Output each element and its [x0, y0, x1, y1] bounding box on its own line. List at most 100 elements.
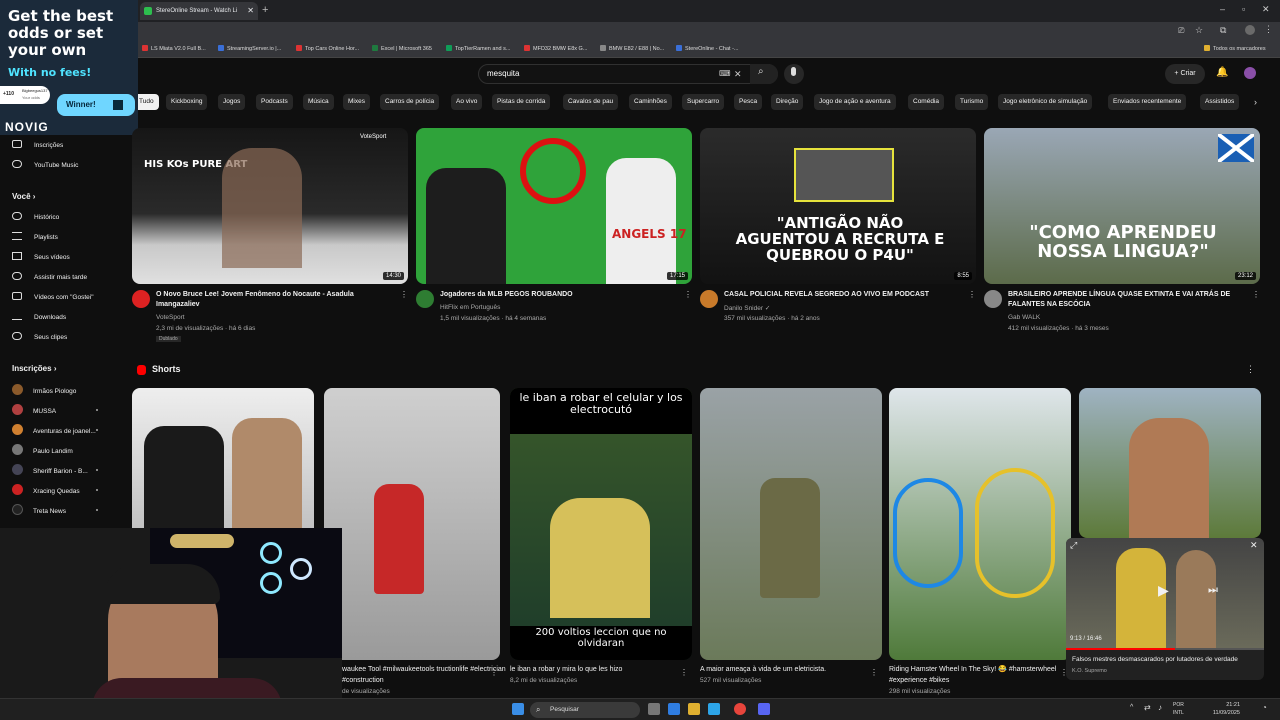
play-icon[interactable]: ▶ — [1158, 582, 1169, 599]
video-title[interactable]: CASAL POLICIAL REVELA SEGREDO AO VIVO EM… — [724, 290, 964, 300]
next-icon[interactable]: ⏭ — [1208, 584, 1218, 597]
bookmark-item[interactable]: LS Miata V2.0 Full B... — [142, 45, 206, 52]
chip[interactable]: Kickboxing — [166, 94, 208, 110]
taskbar-search[interactable]: ⌕ Pesquisar — [530, 702, 640, 718]
subscription-item[interactable]: MUSSA — [12, 404, 56, 415]
chip[interactable]: Enviados recentemente — [1108, 94, 1187, 110]
video-title[interactable]: O Novo Bruce Lee! Jovem Fenômeno do Noca… — [156, 290, 396, 310]
edge-icon[interactable] — [708, 703, 720, 715]
chip[interactable]: Comédia — [908, 94, 945, 110]
menu-icon[interactable]: ⋮ — [1264, 24, 1273, 35]
bookmark-item[interactable]: Top Cars Online Hor... — [296, 45, 359, 52]
notifications-icon[interactable]: ◔ — [1262, 703, 1267, 712]
close-window-icon[interactable]: ✕ — [1262, 4, 1270, 15]
browser-tab[interactable]: StereOnline Stream - Watch Li ✕ — [140, 2, 258, 20]
subscription-item[interactable]: Irmãos Piologo — [12, 384, 76, 395]
more-options-icon[interactable]: ⋮ — [400, 290, 408, 299]
subscription-item[interactable]: Paulo Landim — [12, 444, 73, 455]
short-card[interactable] — [700, 388, 882, 660]
chrome-icon[interactable] — [734, 703, 746, 715]
sidebar-item-your-videos[interactable]: Seus vídeos — [12, 252, 70, 261]
search-button[interactable]: ⌕ — [750, 64, 778, 84]
profile-icon[interactable] — [1245, 25, 1255, 35]
sidebar-item-downloads[interactable]: Downloads — [12, 312, 66, 321]
channel-avatar[interactable] — [416, 290, 434, 308]
sidebar-item-subscriptions[interactable]: Inscrições — [12, 140, 63, 149]
short-title[interactable]: Riding Hamster Wheel In The Sky! 😂 #hams… — [889, 664, 1064, 686]
progress-bar[interactable] — [1066, 648, 1264, 650]
sidebar-item-history[interactable]: Histórico — [12, 212, 59, 221]
bookmark-item[interactable]: BMW E82 / E88 | No... — [600, 45, 664, 52]
discord-icon[interactable] — [758, 703, 770, 715]
channel-name[interactable]: HitFlix em Português — [440, 304, 500, 311]
chip[interactable]: Caminhões — [629, 94, 672, 110]
close-icon[interactable]: ✕ — [1250, 540, 1258, 551]
voice-search-button[interactable] — [784, 64, 804, 84]
cast-icon[interactable]: ⎚ — [1178, 26, 1184, 36]
chip[interactable]: Ao vivo — [451, 94, 483, 110]
chip[interactable]: Jogo eletrônico de simulação — [998, 94, 1093, 110]
chevron-right-icon[interactable]: › — [1254, 97, 1257, 107]
chip[interactable]: Música — [303, 94, 334, 110]
chip[interactable]: Mixes — [343, 94, 370, 110]
channel-avatar[interactable] — [700, 290, 718, 308]
new-tab-icon[interactable]: + — [262, 4, 268, 16]
bookmark-item[interactable]: StreamingServer.io |... — [218, 45, 281, 52]
chip[interactable]: Carros de polícia — [380, 94, 440, 110]
you-heading[interactable]: Você › — [12, 192, 35, 201]
chip[interactable]: Jogo de ação e aventura — [814, 94, 896, 110]
more-options-icon[interactable]: ⋮ — [1252, 290, 1260, 299]
video-thumbnail[interactable]: ANGELS 17 17:15 — [416, 128, 692, 284]
all-bookmarks[interactable]: Todos os marcadores — [1204, 45, 1266, 52]
close-tab-icon[interactable]: ✕ — [247, 2, 254, 20]
language-indicator[interactable]: POR INTL — [1173, 701, 1184, 717]
sidebar-item-clips[interactable]: Seus clipes — [12, 332, 67, 341]
chip[interactable]: Turismo — [955, 94, 989, 110]
mini-player-channel[interactable]: K.O. Supremo — [1072, 668, 1107, 674]
copilot-icon[interactable] — [668, 703, 680, 715]
sidebar-item-liked[interactable]: Vídeos com "Gostei" — [12, 292, 94, 301]
search-input[interactable]: mesquita ⌨ ✕ — [478, 64, 778, 84]
star-icon[interactable]: ☆ — [1195, 25, 1203, 36]
more-options-icon[interactable]: ⋮ — [684, 290, 692, 299]
create-button[interactable]: + Criar — [1165, 64, 1205, 84]
start-icon[interactable] — [512, 703, 524, 715]
sidebar-item-watch-later[interactable]: Assistir mais tarde — [12, 272, 87, 281]
subscription-item[interactable]: Sheriff Barion - B... — [12, 464, 88, 475]
bookmark-item[interactable]: MFD32 BMW E8x G... — [524, 45, 587, 52]
chip[interactable]: Cavalos de pau — [563, 94, 619, 110]
extensions-icon[interactable]: ⧉ — [1220, 25, 1226, 36]
chip[interactable]: Pesca — [734, 94, 763, 110]
short-title[interactable]: le iban a robar y mira lo que les hizo — [510, 664, 685, 675]
bookmark-item[interactable]: Excel | Microsoft 365 — [372, 45, 432, 52]
more-options-icon[interactable]: ⋮ — [490, 668, 498, 677]
chip[interactable]: Jogos — [218, 94, 246, 110]
bookmark-item[interactable]: StereOnline - Chat -... — [676, 45, 739, 52]
clock[interactable]: 21:21 11/09/2025 — [1213, 701, 1240, 717]
channel-name[interactable]: Danilo Snider ✓ — [724, 304, 770, 312]
short-card[interactable] — [324, 388, 500, 660]
chip[interactable]: Podcasts — [256, 94, 293, 110]
short-card[interactable] — [1079, 388, 1261, 538]
short-card[interactable]: le iban a robar el celular y los electro… — [510, 388, 692, 660]
expand-icon[interactable]: ⤢ — [1070, 540, 1077, 551]
channel-name[interactable]: Gab WALK — [1008, 314, 1040, 321]
minimize-icon[interactable]: – — [1220, 4, 1225, 14]
mini-player[interactable]: ⤢ ✕ ▶ ⏭ 9:13 / 16:46 Falsos mestres desm… — [1066, 538, 1264, 680]
chip[interactable]: Supercarro — [682, 94, 725, 110]
more-options-icon[interactable]: ⋮ — [680, 668, 688, 677]
sidebar-item-playlists[interactable]: Playlists — [12, 232, 58, 241]
maximize-icon[interactable]: ▫ — [1242, 4, 1245, 14]
avatar[interactable] — [1244, 67, 1256, 79]
shorts-more-icon[interactable]: ⋮ — [1246, 364, 1255, 375]
channel-avatar[interactable] — [132, 290, 150, 308]
chip[interactable]: Assistidos — [1200, 94, 1240, 110]
chip[interactable]: Direção — [771, 94, 804, 110]
channel-avatar[interactable] — [984, 290, 1002, 308]
subscription-item[interactable]: Xracing Quedas — [12, 484, 80, 495]
video-thumbnail[interactable]: HIS KOs PURE ART VoteSport 14:30 — [132, 128, 408, 284]
bookmark-item[interactable]: TopTierRamen and s... — [446, 45, 510, 52]
task-view-icon[interactable] — [648, 703, 660, 715]
video-thumbnail[interactable]: "COMO APRENDEU NOSSA LINGUA?" 23:12 — [984, 128, 1260, 284]
short-card[interactable] — [889, 388, 1071, 660]
